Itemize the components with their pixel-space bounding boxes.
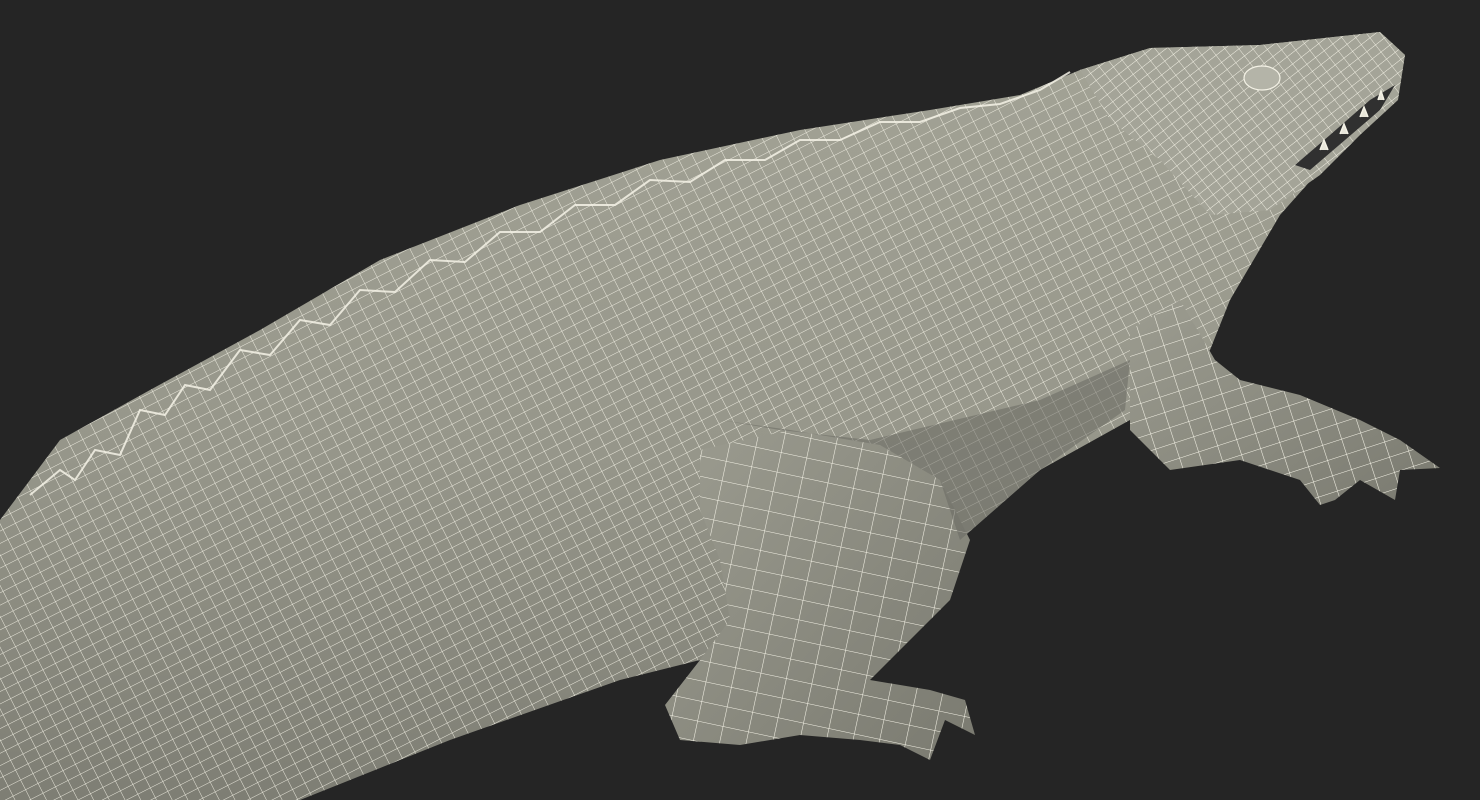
front-leg [1130, 300, 1440, 505]
eye-ridge [1243, 65, 1281, 91]
render-viewport [0, 0, 1480, 800]
wireframe-render [0, 32, 1440, 800]
